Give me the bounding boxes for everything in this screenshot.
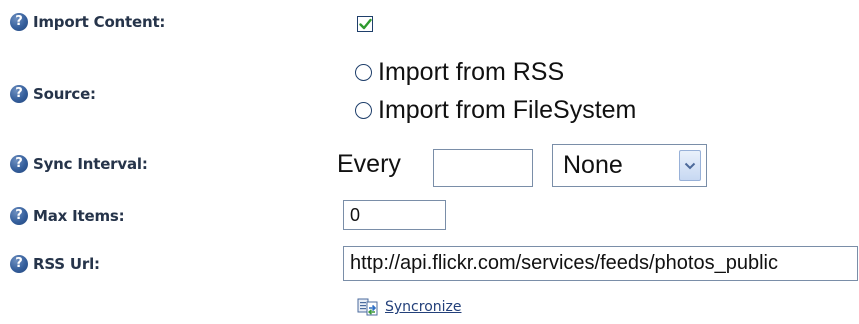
sync-interval-prefix: Every <box>337 150 401 178</box>
source-option-label: Import from RSS <box>378 57 565 86</box>
help-icon[interactable]: ? <box>10 85 28 103</box>
radio-button[interactable] <box>355 101 372 119</box>
source-label: Source: <box>33 85 96 103</box>
sync-interval-unit-select[interactable]: None <box>552 144 707 187</box>
source-option-label: Import from FileSystem <box>378 95 637 124</box>
max-items-input[interactable] <box>343 200 446 230</box>
source-label-row: ? Source: <box>10 82 96 106</box>
chevron-down-icon <box>684 162 696 169</box>
dropdown-button[interactable] <box>679 150 701 181</box>
help-icon[interactable]: ? <box>10 255 28 273</box>
help-icon[interactable]: ? <box>10 207 28 225</box>
help-icon[interactable]: ? <box>10 13 28 31</box>
radio-button[interactable] <box>355 63 372 81</box>
rss-url-label: RSS Url: <box>33 255 100 273</box>
sync-interval-input[interactable] <box>433 149 533 187</box>
select-value: None <box>563 151 623 179</box>
import-content-checkbox[interactable] <box>357 16 373 32</box>
rss-url-input[interactable] <box>343 246 858 281</box>
max-items-label-row: ? Max Items: <box>10 204 125 228</box>
import-content-label-row: ? Import Content: <box>10 10 165 34</box>
max-items-label: Max Items: <box>33 207 125 225</box>
syncronize-link-label[interactable]: Syncronize <box>385 299 461 315</box>
rss-url-label-row: ? RSS Url: <box>10 252 100 276</box>
sync-icon <box>357 298 378 316</box>
help-icon[interactable]: ? <box>10 155 28 173</box>
sync-interval-label-row: ? Sync Interval: <box>10 152 148 176</box>
import-content-label: Import Content: <box>33 13 166 31</box>
sync-interval-label: Sync Interval: <box>33 155 148 173</box>
source-option-filesystem[interactable]: Import from FileSystem <box>355 95 636 125</box>
check-icon <box>358 18 372 30</box>
syncronize-link[interactable]: Syncronize <box>357 297 461 317</box>
source-option-rss[interactable]: Import from RSS <box>355 57 564 87</box>
